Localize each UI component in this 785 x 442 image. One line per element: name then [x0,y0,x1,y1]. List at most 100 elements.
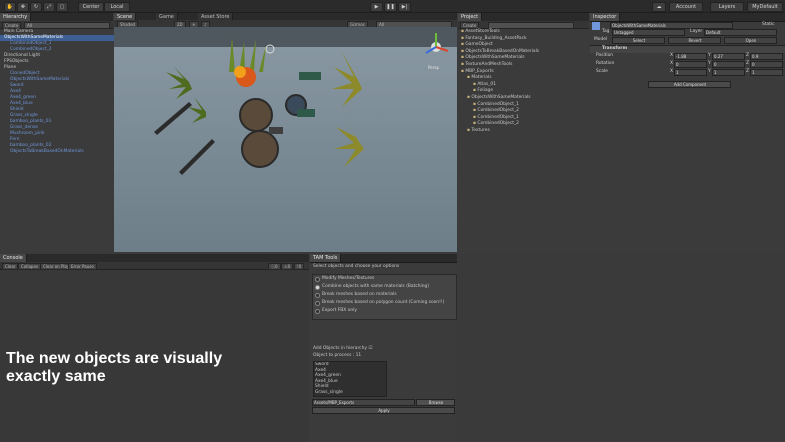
model-select-button[interactable]: Select [612,37,665,44]
scene-objects: Persp [154,33,449,175]
account-dropdown[interactable]: Account [669,2,703,12]
project-item-label: TextureAndMeshTools [465,62,513,67]
model-revert-button[interactable]: Revert [668,37,721,44]
scale-y-field[interactable]: 1 [712,69,745,76]
layer-dropdown[interactable]: Default [704,29,777,36]
fern-right [332,52,364,167]
empty-panel-area [458,254,785,442]
process-list-box[interactable]: Sword Axe4 Axe4_green Axe4_blue Shield Grass_… [313,361,387,397]
scale-x-field[interactable]: 1 [674,69,707,76]
project-item[interactable]: ▪ CombinedObject_1 [473,115,519,121]
rotation-x-field[interactable]: 0 [674,61,707,68]
tag-dropdown[interactable]: Untagged [612,29,685,36]
browse-button[interactable]: Browse [416,399,455,406]
export-path-field[interactable]: Assets/MBP_Exports [312,399,415,406]
scene-viewport[interactable]: Persp [114,27,457,252]
project-item[interactable]: ▪ CombinedObject_2 [473,121,519,127]
hand-tool-button[interactable]: ✋ [4,2,16,12]
layout-dropdown[interactable]: MyDefault [747,2,783,12]
step-button[interactable]: ▶| [398,2,411,12]
project-item[interactable]: ▪ TextureAndMeshTools [461,62,512,68]
console-collapse-button[interactable]: Collapse [18,263,41,270]
console-error-count[interactable]: !0 [294,263,305,270]
hierarchy-create-button[interactable]: Create [2,22,22,29]
tab-inspector[interactable]: Inspector [590,13,621,21]
tools-option-label: Break meshes based on polygon count (Com… [322,300,445,305]
project-search-input[interactable] [488,22,574,29]
rect-icon: ▢ [59,4,65,10]
hierarchy-search-input[interactable]: All [24,22,110,29]
scale-icon: ⤢ [46,4,51,10]
position-x-field[interactable]: -1.88 [674,53,707,60]
project-item[interactable]: ▪ ObjectsWithSameMaterials [467,95,531,101]
project-item-label: ObjectsToBreakBasedOnMaterials [465,48,540,54]
play-button[interactable]: ▶ [370,2,383,12]
fern-left [166,67,206,123]
tools-option[interactable]: Break meshes based on polygon count (Com… [314,300,444,306]
position-y-field[interactable]: 0.27 [712,53,745,60]
project-item-label: Materials [471,75,492,81]
project-item[interactable]: ▪ MBP_Exports [461,69,494,75]
rect-tool-button[interactable]: ▢ [56,2,68,12]
rotate-icon: ↻ [33,4,39,10]
project-item[interactable]: ▪ CombinedObject_1 [473,102,519,108]
hand-icon: ✋ [6,4,14,10]
radio-icon [315,301,320,306]
project-item[interactable]: ▪ Materials [467,75,492,81]
static-checkbox[interactable]: Static [762,22,775,28]
cloud-button[interactable]: ☁ [652,2,666,12]
console-error-pause-button[interactable]: Error Pause [68,263,97,270]
project-item-label: CombinedObject_1 [477,101,519,107]
project-item[interactable]: ▪ GameObject [461,42,493,48]
position-z-field[interactable]: 0.9 [750,53,783,60]
object-name-field[interactable]: ObjectsWithSameMaterials [610,22,733,29]
project-item-label: CombinedObject_2 [477,108,519,114]
model-open-button[interactable]: Open [724,37,777,44]
bamboo-plants [229,37,266,72]
project-item[interactable]: ▪ ObjectsToBreakBasedOnMaterials [461,49,539,55]
radio-icon [315,309,320,314]
tab-tam-tools[interactable]: TAM Tools [310,254,342,262]
move-tool-button[interactable]: ✥ [17,2,29,12]
project-item[interactable]: ▪ AssetStoreTools [461,29,500,35]
apply-button[interactable]: Apply [312,407,455,414]
pivot-local-toggle[interactable]: Local [104,2,130,12]
project-item-label: AssetStoreTools [465,29,500,34]
tab-console[interactable]: Console [0,254,27,262]
project-create-button[interactable]: Create [460,22,480,29]
position-label: Position [596,53,614,58]
rotate-tool-button[interactable]: ↻ [30,2,42,12]
project-item[interactable]: ▪ Atlas_01 [473,82,496,88]
pause-button[interactable]: ❚❚ [384,2,397,12]
tools-option[interactable]: Modify Meshes/Textures [314,276,374,282]
tools-option[interactable]: Combine objects with same materials (Bat… [314,284,429,290]
console-log-count[interactable]: ⓘ0 [268,263,281,270]
tab-hierarchy[interactable]: Hierarchy [0,13,32,21]
project-item-label: MBP_Exports [465,68,494,74]
scale-tool-button[interactable]: ⤢ [43,2,55,12]
console-warning-count[interactable]: ⚠0 [281,263,294,270]
project-toolbar: Create [458,21,589,29]
project-item[interactable]: ▪ CombinedObject_2 [473,108,519,114]
tools-option[interactable]: Export FBX only [314,308,357,314]
project-item[interactable]: ▪ Textures [467,128,490,134]
scale-z-field[interactable]: 1 [750,69,783,76]
pause-icon: ❚❚ [386,4,395,10]
project-item[interactable]: ▪ Fantasy_Building_AssetPack [461,36,527,42]
rotation-y-field[interactable]: 0 [712,61,745,68]
add-component-button[interactable]: Add Component [648,81,731,88]
project-item[interactable]: ▪ Foliage [473,88,493,94]
hierarchy-item[interactable]: ObjectsToBreakBasedOnMaterials [0,149,121,155]
hierarchy-toolbar: Create All [0,21,113,29]
pivot-center-toggle[interactable]: Center [78,2,104,12]
tab-project[interactable]: Project [458,13,483,21]
tools-option[interactable]: Break meshes based on materials [314,292,397,298]
console-clear-button[interactable]: Clear [2,263,19,270]
add-objects-checkbox[interactable]: Add Objects in hierarchy ☑ [313,346,372,352]
object-process-label: Object to process : 11 [313,353,362,358]
transform-header[interactable]: Transform [590,45,785,53]
layers-dropdown[interactable]: Layers [710,2,744,12]
hierarchy-panel: Hierarchy Create All Main Camera ObjectsW… [0,13,115,253]
project-item[interactable]: ▪ ObjectsWithSameMaterials [461,55,525,61]
rotation-z-field[interactable]: 0 [750,61,783,68]
